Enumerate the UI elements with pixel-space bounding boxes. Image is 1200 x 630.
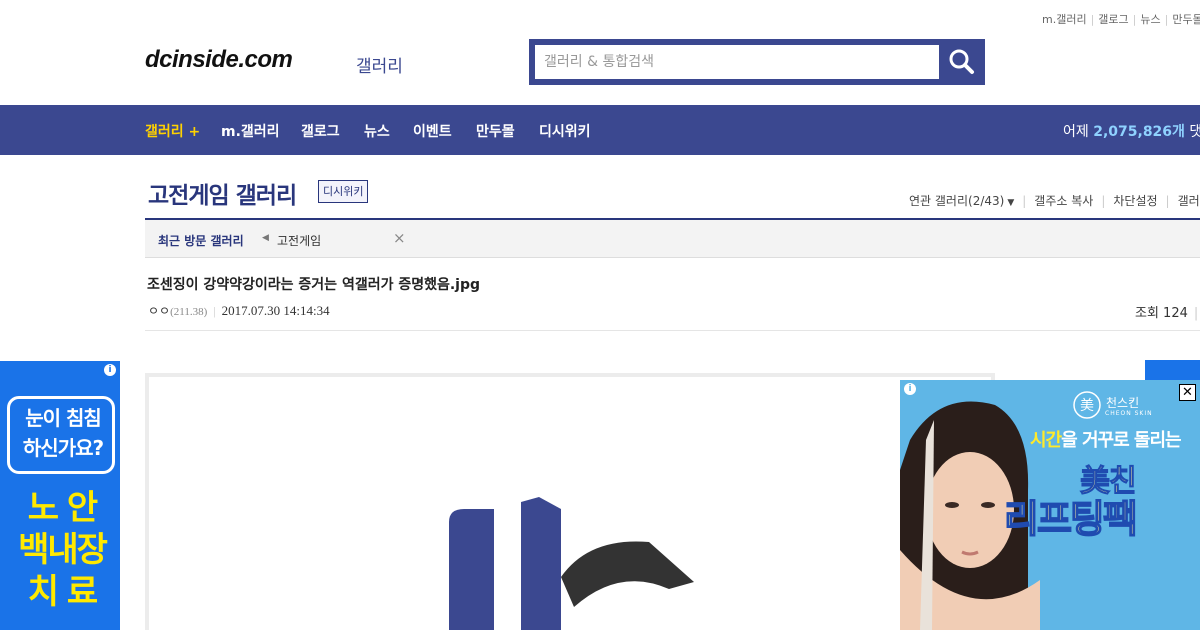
stat-suffix: 댓글 xyxy=(1189,124,1200,140)
ad-bubble-line: 하신가요? xyxy=(22,436,104,460)
nav-item-mall[interactable]: 만두몰 xyxy=(476,121,515,141)
util-link-news[interactable]: 뉴스 xyxy=(1140,13,1160,26)
nav-item-news[interactable]: 뉴스 xyxy=(364,121,390,141)
stat-label: 어제 xyxy=(1063,124,1089,140)
util-link-mall[interactable]: 만두몰 xyxy=(1172,13,1200,26)
gallery-tools: 연관 갤러리(2/43) ▼ | 갤주소 복사 | 차단설정 | 갤러 xyxy=(909,192,1200,209)
util-link-mgallery[interactable]: m.갤러리 xyxy=(1042,13,1087,26)
close-icon[interactable]: × xyxy=(393,229,406,247)
prev-arrow-icon[interactable]: ◀ xyxy=(262,233,269,243)
separator: | xyxy=(1164,13,1169,26)
ad-tagline: 시간을 거꾸로 돌리는 xyxy=(1030,426,1182,452)
recent-galleries-bar: 최근 방문 갤러리 ◀ 고전게임 × xyxy=(145,220,1200,258)
recent-gallery-item[interactable]: 고전게임 xyxy=(277,232,321,249)
related-gallery-button[interactable]: 연관 갤러리(2/43) ▼ xyxy=(909,194,1014,208)
right-ad-banner[interactable]: i ✕ 美 천스킨 CHEON SKIN 시간을 거꾸로 돌리는 美친 리프팅팩 xyxy=(900,380,1200,630)
gallery-more-button[interactable]: 갤러 xyxy=(1178,194,1200,208)
ad-info-icon[interactable]: i xyxy=(904,383,916,395)
ad-bubble-text: 눈이 침침 하신가요? xyxy=(13,403,113,463)
wiki-button[interactable]: 디시위키 xyxy=(318,180,369,203)
brand-logo-icon: 美 xyxy=(1073,391,1101,419)
ad-tagline-highlight: 시간 xyxy=(1030,430,1062,451)
post-ip: (211.38) xyxy=(170,306,208,318)
search-input[interactable] xyxy=(535,45,939,79)
left-ad-banner[interactable]: i 눈이 침침 하신가요? 노 안 백내장 치 료 xyxy=(0,361,120,630)
util-link-gallog[interactable]: 갤로그 xyxy=(1098,13,1128,26)
site-logo-gallery[interactable]: 갤러리 xyxy=(356,52,403,77)
close-icon[interactable]: ✕ xyxy=(1179,384,1196,401)
separator: | xyxy=(1132,13,1137,26)
related-gallery-label: 연관 갤러리(2/43) xyxy=(909,194,1005,208)
site-logo[interactable]: dcinside.com xyxy=(145,46,293,74)
svg-text:美: 美 xyxy=(1080,398,1094,414)
block-settings-button[interactable]: 차단설정 xyxy=(1113,194,1157,208)
separator: | xyxy=(1022,194,1027,208)
right-ad-edge[interactable] xyxy=(1145,360,1200,380)
recent-label: 최근 방문 갤러리 xyxy=(158,234,244,248)
views-label: 조회 124 xyxy=(1135,306,1188,321)
ad-big-text: 노 안 xyxy=(27,488,98,528)
ad-info-icon[interactable]: i xyxy=(104,364,116,376)
post-date: 2017.07.30 14:14:34 xyxy=(221,303,330,318)
ad-brand-sub: CHEON SKIN xyxy=(1105,410,1153,417)
ad-headline: 리프팅팩 xyxy=(1003,496,1138,542)
divider xyxy=(145,330,1200,331)
nav-item-mgallery[interactable]: m.갤러리 xyxy=(221,121,280,141)
caret-down-icon: ▼ xyxy=(1007,198,1015,208)
separator: | xyxy=(1193,306,1199,321)
ad-big-text: 백내장 xyxy=(18,530,108,570)
search-icon xyxy=(949,49,974,74)
nav-item-gallery[interactable]: 갤러리 + xyxy=(145,121,200,141)
comment-stat: 어제 2,075,826개 댓글 xyxy=(1063,121,1200,141)
separator: | xyxy=(213,304,216,318)
separator: | xyxy=(1090,13,1095,26)
post-title: 조센징이 강약약강이라는 증거는 역갤러가 증명했음.jpg xyxy=(147,277,481,293)
dc-logo-image xyxy=(449,497,694,630)
nav-item-gallog[interactable]: 갤로그 xyxy=(301,121,340,141)
nav-item-event[interactable]: 이벤트 xyxy=(413,121,452,141)
ad-brand: 천스킨 xyxy=(1106,396,1140,410)
ad-big-text: 치 료 xyxy=(27,572,98,612)
post-views: 조회 124 | xyxy=(1135,302,1198,321)
gallery-title[interactable]: 고전게임 갤러리 xyxy=(148,176,297,210)
separator: | xyxy=(1165,194,1170,208)
separator: | xyxy=(1101,194,1106,208)
post-info: ㅇㅇ(211.38) | 2017.07.30 14:14:34 xyxy=(148,302,330,319)
post-author[interactable]: ㅇㅇ xyxy=(148,304,170,318)
copy-address-button[interactable]: 갤주소 복사 xyxy=(1034,194,1093,208)
nav-item-wiki[interactable]: 디시위키 xyxy=(539,121,591,141)
stat-value: 2,075,826개 xyxy=(1093,124,1185,140)
search-bar xyxy=(529,39,985,85)
top-utility-links: m.갤러리 | 갤로그 | 뉴스 | 만두몰 xyxy=(1042,11,1200,27)
ad-tagline-rest: 을 거꾸로 돌리는 xyxy=(1061,430,1181,451)
main-nav: 갤러리 + m.갤러리 갤로그 뉴스 이벤트 만두몰 디시위키 어제 2,075… xyxy=(0,105,1200,155)
post-image xyxy=(145,373,995,630)
search-button[interactable] xyxy=(939,39,985,85)
ad-bubble-line: 눈이 침침 xyxy=(25,406,102,430)
